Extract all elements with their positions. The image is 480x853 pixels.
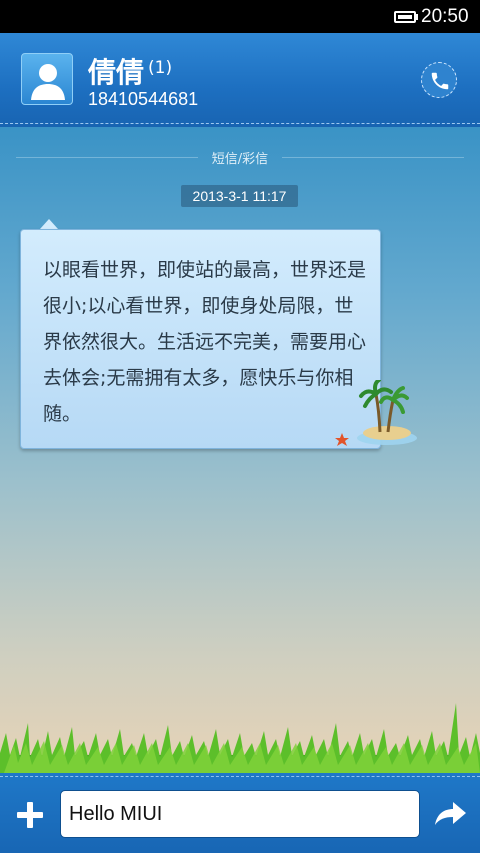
call-button[interactable] xyxy=(421,62,457,98)
status-bar: 20:50 xyxy=(0,0,480,33)
message-timestamp: 2013-3-1 11:17 xyxy=(181,185,298,207)
message-input[interactable] xyxy=(60,790,420,838)
contact-avatar-icon[interactable] xyxy=(21,53,73,105)
compose-stitch-divider xyxy=(0,776,480,777)
received-message-bubble[interactable]: 以眼看世界，即使站的最高，世界还是很小;以心看世界，即使身处局限，世界依然很大。… xyxy=(20,229,381,449)
conversation-header: 倩倩 (1) 18410544681 xyxy=(0,33,480,127)
phone-icon xyxy=(431,72,449,90)
add-attachment-button[interactable] xyxy=(15,800,45,830)
contact-name: 倩倩 xyxy=(88,56,145,89)
forward-arrow-icon xyxy=(435,802,466,825)
message-text: 以眼看世界，即使站的最高，世界还是很小;以心看世界，即使身处局限，世界依然很大。… xyxy=(43,259,367,425)
message-thread[interactable]: 短信/彩信 2013-3-1 11:17 以眼看世界，即使站的最高，世界还是很小… xyxy=(0,127,480,773)
status-time: 20:50 xyxy=(421,6,469,27)
compose-bar xyxy=(0,773,480,853)
battery-icon xyxy=(394,11,416,23)
send-button[interactable] xyxy=(433,799,467,829)
grass-decoration xyxy=(0,703,480,773)
island-decoration-icon xyxy=(335,380,417,446)
battery-tip xyxy=(416,14,418,20)
sms-mms-label: 短信/彩信 xyxy=(211,152,269,167)
contact-phone-number: 18410544681 xyxy=(88,89,199,109)
bubble-tail xyxy=(40,219,58,229)
message-count: (1) xyxy=(148,58,173,78)
header-stitch-divider xyxy=(0,123,480,124)
